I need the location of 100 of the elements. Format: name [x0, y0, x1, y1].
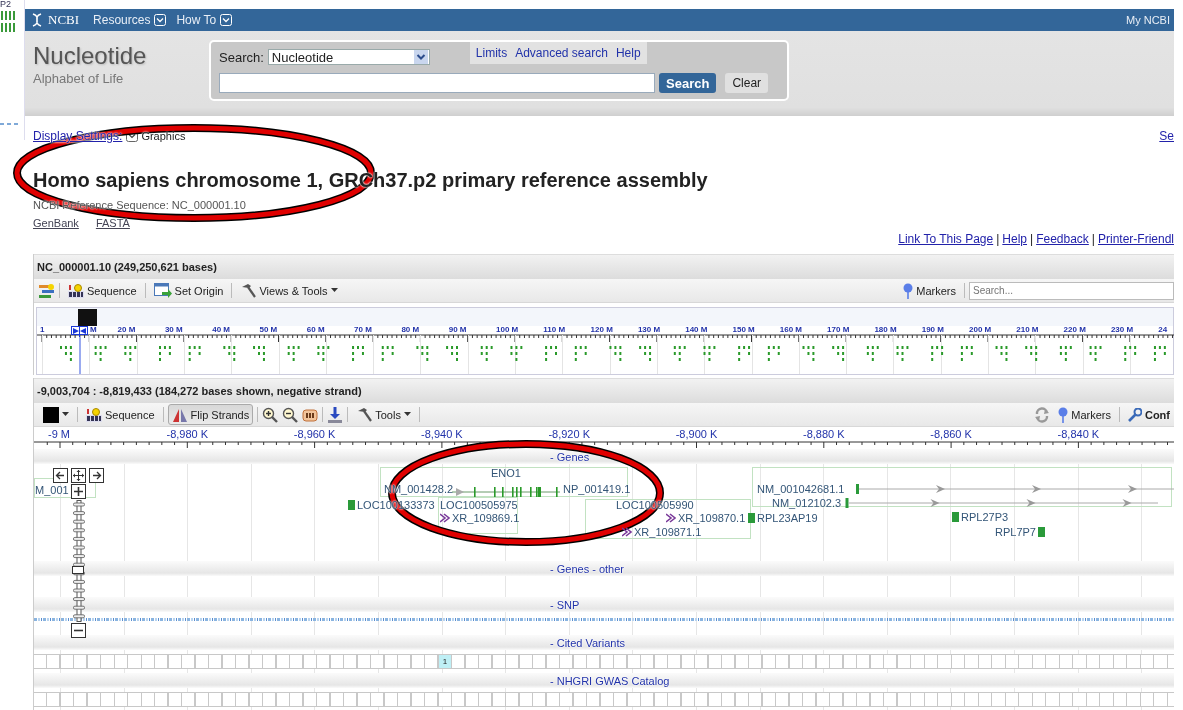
viewport-marker-icon[interactable] [71, 309, 97, 338]
wrench-icon [1127, 407, 1142, 422]
axis-label: -8,840 K [1057, 428, 1100, 440]
gene-feature[interactable]: XR_109870.1 [666, 512, 746, 524]
track-title[interactable]: - NHGRI GWAS Catalog [550, 674, 670, 687]
axis-label: 80 M [401, 326, 420, 334]
separator: | [996, 232, 1000, 246]
gene-feature[interactable]: RPL23AP19 [748, 512, 818, 524]
page-link[interactable]: Printer-Friendl [1097, 232, 1174, 246]
separator: | [1030, 232, 1034, 246]
axis-label: 180 M [874, 326, 897, 334]
account-link[interactable]: My NCBI [1126, 14, 1170, 26]
gene-model-drawing[interactable] [452, 487, 562, 497]
menu-button[interactable]: Resources [93, 13, 167, 27]
menu-label[interactable]: Resources [93, 13, 151, 27]
markers-button[interactable]: Markers [1054, 404, 1115, 425]
axis-label: 20 M [117, 326, 136, 334]
gene-marker-icon [1038, 527, 1045, 537]
configure-button[interactable]: Conf [1123, 404, 1174, 425]
refresh-icon[interactable] [1034, 406, 1051, 423]
search-label: Search: [219, 49, 264, 65]
helix-icon[interactable] [30, 13, 44, 27]
pin-icon [1058, 406, 1069, 423]
axis-label: 100 M [496, 326, 519, 334]
reference-text: NCBI Reference Sequence: NC_000001.10 [33, 199, 246, 211]
axis-label: -8,880 K [803, 428, 845, 440]
axis-label: 40 M [212, 326, 230, 334]
axis-label: 60 M [306, 326, 325, 334]
axis-label: -8,940 K [421, 428, 463, 440]
database-select[interactable]: Nucleotide [267, 49, 430, 65]
zoom-in-icon[interactable] [262, 406, 279, 423]
zoom-in-icon[interactable] [71, 484, 86, 499]
axis-label: -8,980 K [166, 428, 209, 440]
gene-feature[interactable]: RPL27P3 [952, 511, 1009, 523]
axis-label: 150 M [732, 326, 755, 334]
toolbar-button[interactable]: Sequence [64, 280, 141, 301]
gene-label[interactable]: ENO1 [491, 467, 521, 479]
axis-label: 90 M [448, 326, 467, 334]
hammer-icon [240, 283, 257, 298]
axis-label: 230 M [1110, 326, 1134, 334]
menu-label[interactable]: How To [176, 13, 217, 27]
tracks-icon[interactable] [39, 283, 55, 298]
axis-label: 130 M [637, 326, 661, 334]
axis-label: 210 M [1016, 326, 1039, 334]
gene-feature[interactable]: NM_012102.3 [772, 497, 1159, 509]
axis-label: 170 M [827, 326, 850, 334]
header-link[interactable]: Advanced search [515, 46, 608, 60]
chevron-marker-icon [440, 513, 450, 523]
axis-label: -8,860 K [930, 428, 972, 440]
zoom-slider-thumb[interactable] [71, 566, 84, 574]
toolbar-button[interactable]: Views & Tools [236, 280, 342, 301]
axis-label: 140 M [685, 326, 708, 334]
sequence-zoom-icon[interactable] [302, 406, 319, 423]
markers-button[interactable]: Markers [899, 280, 960, 301]
toolbar-button[interactable]: Flip Strands [167, 404, 254, 425]
track-title[interactable]: - Genes - other [550, 562, 624, 575]
search-field[interactable]: Search... [969, 281, 1174, 300]
clear-button[interactable]: Clear [725, 73, 769, 93]
display-format: Graphics [141, 130, 186, 142]
axis-label: 1 [40, 326, 45, 334]
gene-feature[interactable]: XR_109871.1 [622, 526, 702, 538]
ncbi-logo[interactable]: NCBI [48, 12, 80, 28]
menu-button[interactable]: How To [176, 13, 233, 27]
search-button[interactable]: Search [659, 73, 717, 93]
gene-feature[interactable]: RPL7P7 [995, 526, 1045, 538]
gene-feature[interactable]: XR_109869.1 [440, 512, 520, 524]
axis-label: -8,900 K [675, 428, 718, 440]
page-link[interactable]: Feedback [1036, 232, 1089, 246]
toolbar-button[interactable]: Sequence [82, 404, 159, 425]
format-link[interactable]: GenBank [33, 217, 79, 229]
gene-label[interactable]: NP_001419.1 [563, 483, 631, 495]
page-link[interactable]: Link To This Page [898, 232, 994, 246]
tagline: Alphabet of Life [33, 71, 125, 86]
right-arrow-icon[interactable] [89, 468, 104, 483]
send-link[interactable]: Se [1159, 129, 1174, 143]
track-title[interactable]: - Genes [550, 450, 590, 463]
zoom-out-icon[interactable] [282, 406, 299, 423]
move-icon[interactable] [71, 468, 86, 483]
axis-label: 50 M [259, 326, 278, 334]
axis-label: -9 M [48, 428, 70, 440]
toolbar-button[interactable]: Tools [352, 404, 415, 425]
bin-count[interactable]: 1 [439, 655, 451, 668]
header-link[interactable]: Limits [475, 46, 508, 60]
toolbar-button[interactable]: Set Origin [149, 280, 228, 301]
search-input[interactable] [219, 73, 655, 93]
axis-label: 120 M [590, 326, 613, 334]
track-title[interactable]: - SNP [550, 598, 580, 611]
gene-marker-icon [348, 500, 355, 510]
gene-marker-icon [748, 513, 755, 523]
format-link[interactable]: FASTA [95, 217, 130, 229]
left-arrow-icon[interactable] [53, 468, 68, 483]
track-title[interactable]: - Cited Variants [550, 636, 625, 649]
caret-icon [330, 288, 338, 293]
page-link[interactable]: Help [1002, 232, 1027, 246]
axis-label: 190 M [921, 326, 944, 334]
zoom-out-icon[interactable] [71, 623, 86, 638]
header-link[interactable]: Help [615, 46, 641, 60]
flip-strands-icon [171, 407, 188, 422]
caret-icon [62, 412, 69, 417]
download-icon[interactable] [327, 406, 344, 423]
